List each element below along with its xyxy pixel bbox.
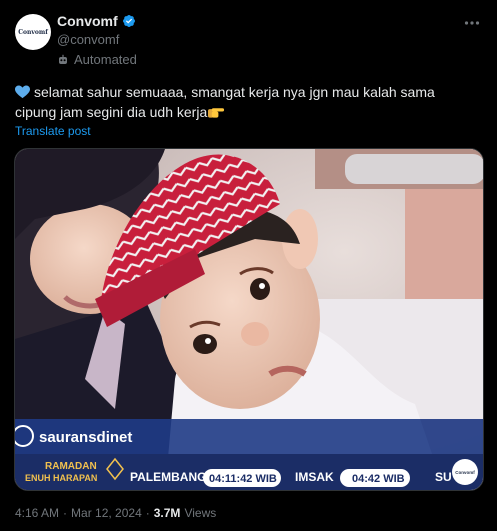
more-options-icon[interactable] xyxy=(463,14,481,32)
author-name-row: Convomf xyxy=(57,13,136,29)
views-count: 3.7M xyxy=(153,506,181,520)
next-city-partial: SU xyxy=(435,470,452,484)
post-date[interactable]: Mar 12, 2024 xyxy=(71,506,142,520)
author-display-name[interactable]: Convomf xyxy=(57,13,118,29)
watermark-handle: sauransdinet xyxy=(39,429,132,446)
ramadan-title-line1: RAMADAN xyxy=(45,461,97,472)
corner-logo-text: Convomf xyxy=(455,470,475,475)
city-name: PALEMBANG xyxy=(130,470,206,484)
automated-text: Automated xyxy=(74,52,137,67)
tweet-meta: 4:16 AM · Mar 12, 2024 · 3.7M Views xyxy=(15,506,216,520)
tweet-media-image[interactable]: sauransdinet RAMADAN ENUH HARAPAN PALEMB… xyxy=(14,148,484,491)
imsak-label: IMSAK xyxy=(295,470,334,484)
author-handle[interactable]: @convomf xyxy=(57,32,119,47)
city-time: 04:11:42 WIB xyxy=(209,473,277,485)
meta-separator: · xyxy=(63,506,68,520)
blue-heart-icon xyxy=(15,85,30,99)
avatar-logo-text: Convomf xyxy=(18,28,48,36)
post-time[interactable]: 4:16 AM xyxy=(15,506,59,520)
imsak-time: 04:42 WIB xyxy=(352,473,405,485)
tweet-text: selamat sahur semuaaa, smangat kerja nya… xyxy=(15,82,475,122)
tweet-post: Convomf Convomf @convomf Automated selam… xyxy=(0,0,497,531)
translate-post-link[interactable]: Translate post xyxy=(15,124,91,138)
meta-separator-2: · xyxy=(145,506,150,520)
views-label: Views xyxy=(184,506,217,520)
verified-badge-icon[interactable] xyxy=(122,14,136,28)
ramadan-title-line2: ENUH HARAPAN xyxy=(25,473,97,483)
bot-icon xyxy=(59,54,67,64)
automated-label: Automated xyxy=(57,52,137,67)
pointing-hand-icon xyxy=(208,108,225,118)
author-avatar[interactable]: Convomf xyxy=(15,14,51,50)
media-photo: sauransdinet RAMADAN ENUH HARAPAN PALEMB… xyxy=(15,149,483,490)
